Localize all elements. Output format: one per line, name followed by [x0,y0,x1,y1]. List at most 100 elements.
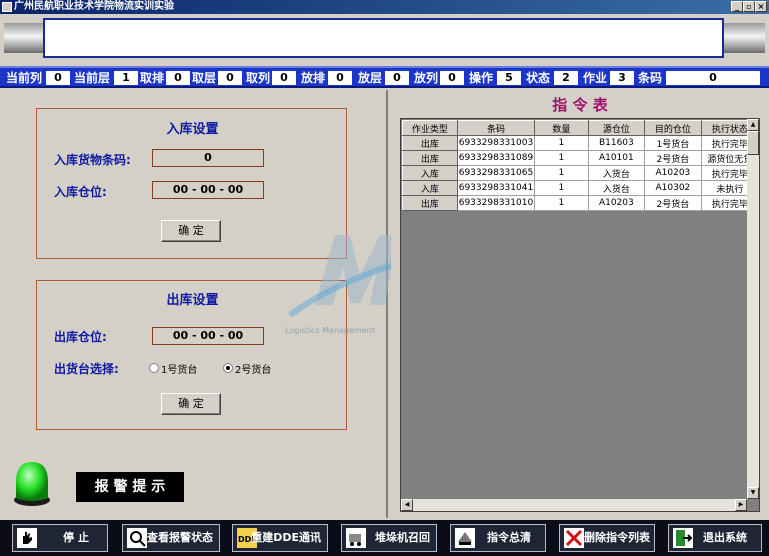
platform-2-radio[interactable] [223,363,233,373]
column-header[interactable]: 源仓位 [587,120,646,136]
banner [0,14,769,62]
status-value: 3 [610,71,634,85]
pipe-left [4,23,46,53]
platform-1-label: 1号货台 [161,365,198,376]
scroll-right-arrow-icon[interactable]: ▶ [735,499,747,511]
minimize-button[interactable]: _ [731,1,743,12]
inbound-barcode-label: 入库货物条码: [54,153,131,167]
table-cell: 2号货台 [644,195,702,211]
status-label: 放层 [358,71,383,85]
scroll-down-arrow-icon[interactable]: ▼ [747,487,759,499]
table-row[interactable]: 入库 6933298331041 1 入货台 A10302 未执行 [402,180,760,196]
table-header-row: 作业类型 条码 数量 源仓位 目的仓位 执行状态 [402,120,760,136]
outbound-confirm-button[interactable]: 确 定 [161,393,221,415]
table-cell: A10302 [644,180,702,196]
status-label: 操作 [469,71,494,85]
horizontal-scrollbar[interactable]: ◀ ▶ [401,499,747,511]
table-cell: 1 [534,150,589,166]
scroll-left-arrow-icon[interactable]: ◀ [401,499,413,511]
close-button[interactable]: × [755,1,767,12]
command-table-title: 指 令 表 [552,96,608,114]
scroll-thumb[interactable] [747,131,759,155]
status-label: 放列 [414,71,439,85]
table-row[interactable]: 出库 6933298331089 1 A10101 2号货台 源货位无货 [402,150,760,166]
alarm-light-icon [14,462,50,506]
status-label: 取排 [140,71,165,85]
command-grid[interactable]: 作业类型 条码 数量 源仓位 目的仓位 执行状态 出库 693329833100… [400,118,760,512]
status-value: 0 [328,71,352,85]
table-cell: 1 [534,195,589,211]
table-cell: 2号货台 [644,150,702,166]
table-cell: 入库 [402,180,458,196]
table-cell: 出库 [402,150,458,166]
outbound-location-input[interactable]: 00 - 00 - 00 [152,327,264,345]
status-label: 当前列 [6,71,43,85]
status-value: 0 [440,71,464,85]
inbound-barcode-input[interactable]: 0 [152,149,264,167]
status-value: 0 [166,71,190,85]
table-cell: 1 [534,180,589,196]
view-alarm-status-button[interactable]: 查看报警状态 [122,524,220,552]
message-display [43,18,724,58]
status-value: 5 [497,71,521,85]
status-bar: 当前列 0 当前层 1 取排 0 取层 0 取列 0 放排 0 放层 0 放列 … [0,66,769,88]
table-cell: 入库 [402,165,458,181]
inbound-location-input[interactable]: 00 - 00 - 00 [152,181,264,199]
pipe-right [721,23,765,53]
table-cell: 出库 [402,195,458,211]
stacker-recall-button[interactable]: 堆垛机召回 [341,524,437,552]
column-header[interactable]: 数量 [534,120,589,136]
status-label: 放排 [301,71,326,85]
table-cell: 6933298331089 [456,150,536,166]
table-cell: 入货台 [587,180,646,196]
delete-command-list-button[interactable]: 删除指令列表 [559,524,655,552]
status-label: 取列 [246,71,271,85]
table-cell: 6933298331065 [456,165,536,181]
column-header[interactable]: 目的仓位 [644,120,702,136]
status-value: 0 [218,71,242,85]
table-cell: A10101 [587,150,646,166]
stacker-recall-icon [346,528,366,548]
status-value: 0 [46,71,70,85]
rebuild-dde-button[interactable]: DDE 重建DDE通讯 [232,524,328,552]
alarm-label: 报 警 提 示 [76,472,184,502]
table-row[interactable]: 出库 6933298331003 1 B11603 1号货台 执行完毕 [402,135,760,151]
platform-1-radio[interactable] [149,363,159,373]
table-cell: 1 [534,135,589,151]
status-label: 条码 [638,71,663,85]
table-cell: B11603 [587,135,646,151]
column-header[interactable]: 条码 [456,120,536,136]
platform-2-label: 2号货台 [235,365,272,376]
table-cell: A10203 [587,195,646,211]
table-cell: 6933298331010 [456,195,536,211]
status-label: 作业 [583,71,608,85]
clear-commands-button[interactable]: 指令总清 [450,524,546,552]
table-cell: A10203 [644,165,702,181]
table-row[interactable]: 出库 6933298331010 1 A10203 2号货台 执行完毕 [402,195,760,211]
scroll-up-arrow-icon[interactable]: ▲ [747,119,759,131]
alarm-view-icon [127,528,147,548]
vertical-scrollbar[interactable]: ▲ ▼ [747,119,759,499]
inbound-title: 入库设置 [166,122,219,137]
delete-icon [564,528,584,548]
status-value: 0 [385,71,409,85]
inbound-confirm-button[interactable]: 确 定 [161,220,221,242]
table-cell: 1号货台 [644,135,702,151]
table-row[interactable]: 入库 6933298331065 1 入货台 A10203 执行完毕 [402,165,760,181]
maximize-button[interactable]: ▫ [743,1,755,12]
stop-button[interactable]: 停 止 [12,524,108,552]
platform-select-label: 出货台选择: [54,362,119,376]
watermark-text: Logistics Management [285,326,375,335]
status-label: 取层 [192,71,217,85]
status-value: 0 [272,71,296,85]
app-icon [2,2,12,12]
column-header[interactable]: 作业类型 [402,120,458,136]
inbound-location-label: 入库仓位: [54,185,107,199]
window-titlebar: 广州民航职业技术学院物流实训实验 _ ▫ × [0,0,769,14]
table-cell: 出库 [402,135,458,151]
status-label: 状态 [526,71,551,85]
table-cell: 入货台 [587,165,646,181]
exit-system-button[interactable]: 退出系统 [668,524,762,552]
right-pane: 指 令 表 作业类型 条码 数量 源仓位 目的仓位 执行状态 出库 693329… [391,90,769,518]
command-table: 作业类型 条码 数量 源仓位 目的仓位 执行状态 出库 693329833100… [402,120,760,211]
